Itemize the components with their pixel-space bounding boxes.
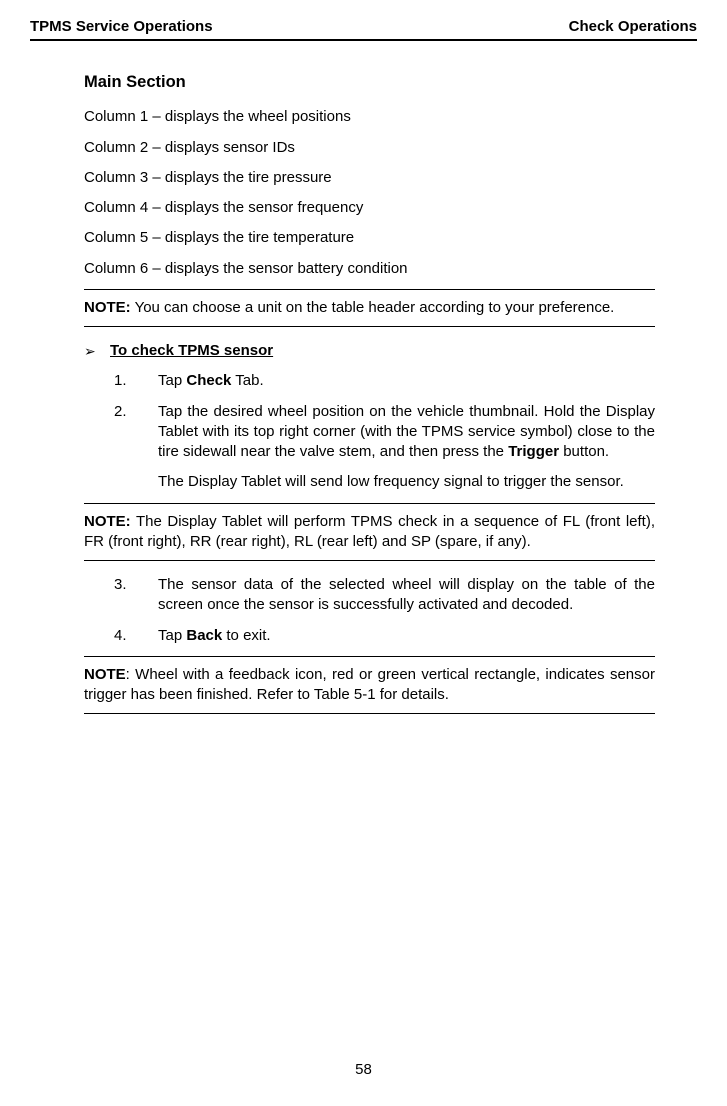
step-3: 3. The sensor data of the selected wheel… <box>114 575 655 616</box>
step-pre: The sensor data of the selected wheel wi… <box>158 576 655 613</box>
note-text: You can choose a unit on the table heade… <box>131 299 615 316</box>
note-label: NOTE: <box>84 513 131 530</box>
procedure-heading: ➢ To check TPMS sensor <box>84 341 655 361</box>
column-desc-5: Column 5 – displays the tire temperature <box>84 228 655 248</box>
column-desc-2: Column 2 – displays sensor IDs <box>84 138 655 158</box>
note-label: NOTE <box>84 666 126 683</box>
column-desc-4: Column 4 – displays the sensor frequency <box>84 198 655 218</box>
step-4: 4. Tap Back to exit. <box>114 626 655 646</box>
step-body: Tap the desired wheel position on the ve… <box>158 402 655 493</box>
step-post: button. <box>559 443 609 460</box>
column-desc-3: Column 3 – displays the tire pressure <box>84 168 655 188</box>
column-desc-6: Column 6 – displays the sensor battery c… <box>84 259 655 279</box>
step-number: 4. <box>114 626 158 646</box>
step-post: to exit. <box>222 627 270 644</box>
step-bold: Trigger <box>508 443 559 460</box>
procedure-marker-icon: ➢ <box>84 341 110 361</box>
page-header: TPMS Service Operations Check Operations <box>30 18 697 41</box>
step-2: 2. Tap the desired wheel position on the… <box>114 402 655 493</box>
step-bold: Check <box>186 372 231 389</box>
note-label: NOTE: <box>84 299 131 316</box>
note-text: : Wheel with a feedback icon, red or gre… <box>84 666 655 703</box>
step-number: 3. <box>114 575 158 616</box>
step-body: Tap Check Tab. <box>158 371 655 391</box>
note-unit-preference: NOTE: You can choose a unit on the table… <box>84 289 655 327</box>
step-sub: The Display Tablet will send low frequen… <box>158 472 655 492</box>
step-body: Tap Back to exit. <box>158 626 655 646</box>
column-desc-1: Column 1 – displays the wheel positions <box>84 107 655 127</box>
step-number: 1. <box>114 371 158 391</box>
header-right: Check Operations <box>569 18 697 35</box>
step-pre: Tap <box>158 627 186 644</box>
step-bold: Back <box>186 627 222 644</box>
steps-block-2: 3. The sensor data of the selected wheel… <box>114 575 655 646</box>
step-body: The sensor data of the selected wheel wi… <box>158 575 655 616</box>
note-check-sequence: NOTE: The Display Tablet will perform TP… <box>84 503 655 562</box>
steps-block-1: 1. Tap Check Tab. 2. Tap the desired whe… <box>114 371 655 492</box>
page-content: Main Section Column 1 – displays the whe… <box>30 71 697 714</box>
procedure-title: To check TPMS sensor <box>110 341 273 361</box>
step-1: 1. Tap Check Tab. <box>114 371 655 391</box>
header-left: TPMS Service Operations <box>30 18 213 35</box>
step-number: 2. <box>114 402 158 493</box>
main-section-title: Main Section <box>84 71 655 93</box>
step-post: Tab. <box>231 372 263 389</box>
note-text: The Display Tablet will perform TPMS che… <box>84 513 655 550</box>
page-number: 58 <box>0 1061 727 1078</box>
step-pre: Tap <box>158 372 186 389</box>
note-feedback-icon: NOTE: Wheel with a feedback icon, red or… <box>84 656 655 715</box>
